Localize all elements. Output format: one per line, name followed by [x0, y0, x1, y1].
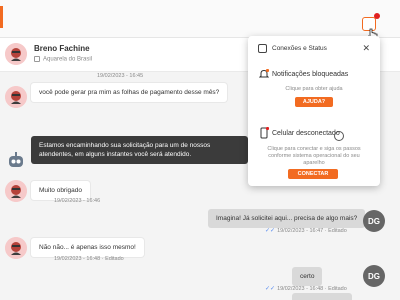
- message-timestamp: 19/02/2023 - 16:46: [54, 198, 101, 204]
- outgoing-message-bubble[interactable]: [292, 293, 352, 300]
- message-timestamp: ✓✓ 19/02/2023 - 16:47 · Editado: [265, 228, 347, 234]
- connect-button[interactable]: CONECTAR: [288, 169, 338, 179]
- bell-icon: [259, 69, 269, 78]
- bot-message-bubble[interactable]: Estamos encaminhando sua solicitação par…: [31, 136, 248, 164]
- outgoing-message-bubble[interactable]: certo: [292, 267, 323, 286]
- connections-status-popover: Conexões e Status ✕ Notificações bloquea…: [248, 36, 380, 186]
- bot-avatar: [5, 150, 27, 172]
- accent-bar: [0, 6, 3, 28]
- popover-title: Conexões e Status: [272, 45, 327, 52]
- top-bar: [0, 0, 400, 42]
- read-checks-icon: ✓✓: [265, 228, 276, 234]
- message-timestamp: 19/02/2023 - 16:45: [97, 73, 144, 79]
- phone-icon: [260, 127, 269, 139]
- notifications-status-label: Notificações bloqueadas: [272, 71, 349, 78]
- agent-avatar[interactable]: DG: [363, 210, 385, 232]
- message-bubble[interactable]: Não não... é apenas isso mesmo!: [31, 238, 144, 257]
- outgoing-message-bubble[interactable]: Imagina! Já solicitei aqui... precisa de…: [208, 209, 366, 228]
- location-icon: [34, 56, 40, 62]
- message-timestamp: 19/02/2023 - 16:48 · Editado: [54, 256, 124, 262]
- contact-subtitle: Aquarela do Brasil: [34, 56, 92, 63]
- message-timestamp: ✓✓ 19/02/2023 - 16:48 · Editado: [265, 286, 347, 292]
- connect-toggle-icon[interactable]: [334, 131, 344, 141]
- help-button[interactable]: AJUDA?: [295, 97, 333, 107]
- contact-avatar[interactable]: [5, 86, 27, 108]
- close-icon[interactable]: ✕: [362, 43, 370, 54]
- contact-avatar[interactable]: [5, 237, 27, 259]
- phone-hint: Clique para conectar e siga os passos co…: [267, 146, 361, 166]
- phone-status-label: Celular desconectado: [272, 130, 340, 137]
- contact-name: Breno Fachine: [34, 44, 90, 53]
- notification-status-icon: [258, 44, 267, 53]
- contact-avatar[interactable]: [5, 43, 27, 65]
- alert-dot: [374, 13, 380, 19]
- notifications-hint: Clique para obter ajuda: [285, 86, 343, 92]
- contact-avatar[interactable]: [5, 180, 27, 202]
- read-checks-icon: ✓✓: [265, 286, 276, 292]
- message-bubble[interactable]: você pode gerar pra mim as folhas de pag…: [31, 83, 228, 102]
- agent-avatar[interactable]: DG: [363, 265, 385, 287]
